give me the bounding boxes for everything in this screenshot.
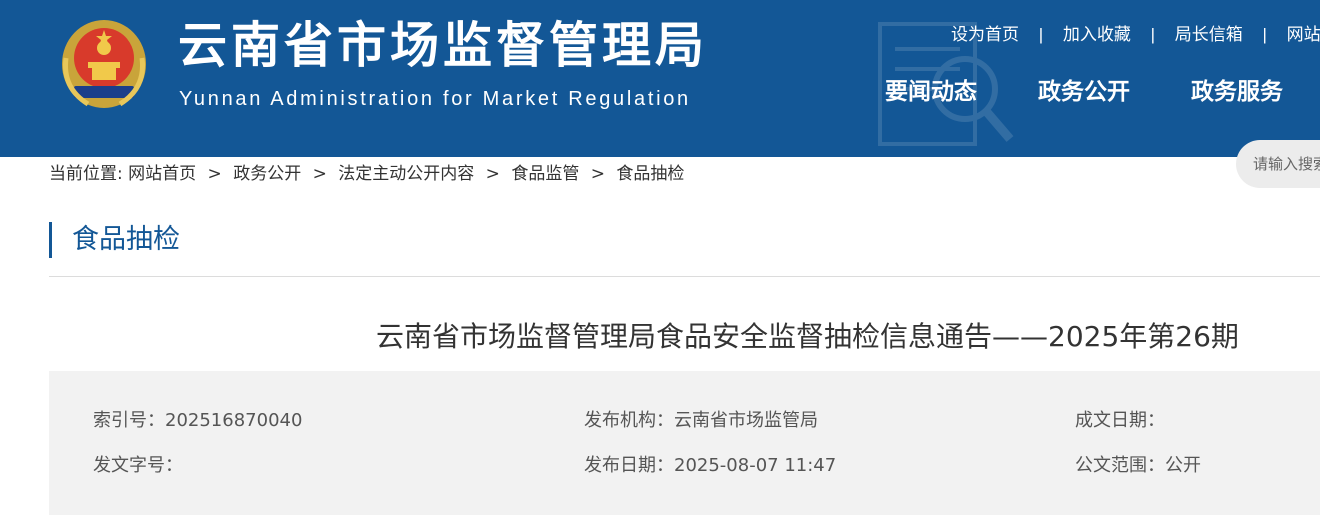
meta-label: 发布日期： xyxy=(584,455,674,476)
link-separator: | xyxy=(1150,25,1156,44)
breadcrumb-separator: > xyxy=(207,164,222,184)
meta-label: 成文日期： xyxy=(1075,410,1165,431)
meta-publish-date: 发布日期：2025-08-07 11:47 xyxy=(584,451,836,477)
add-favorite-link[interactable]: 加入收藏 xyxy=(1063,25,1131,44)
meta-written-date: 成文日期： xyxy=(1075,406,1165,432)
meta-publisher: 发布机构：云南省市场监管局 xyxy=(584,406,818,432)
breadcrumb-separator: > xyxy=(485,164,500,184)
breadcrumb-separator: > xyxy=(312,164,327,184)
national-emblem-icon xyxy=(62,20,146,108)
site-subtitle: Yunnan Administration for Market Regulat… xyxy=(179,88,691,110)
meta-value: 云南省市场监管局 xyxy=(674,410,818,431)
breadcrumb: 当前位置: 网站首页 > 政务公开 > 法定主动公开内容 > 食品监管 > 食品… xyxy=(49,159,684,185)
section-divider xyxy=(49,276,1320,277)
site-title: 云南省市场监督管理局 xyxy=(178,17,709,74)
main-nav: 要闻动态 政务公开 政务服务 xyxy=(885,72,1320,106)
section-title: 食品抽检 xyxy=(49,222,180,258)
meta-label: 发文字号： xyxy=(93,455,183,476)
search-box xyxy=(1236,140,1320,188)
breadcrumb-item-gov-affairs[interactable]: 政务公开 xyxy=(233,164,301,184)
site-header: 云南省市场监督管理局 Yunnan Administration for Mar… xyxy=(0,0,1320,157)
document-meta-panel: 索引号：202516870040 发布机构：云南省市场监管局 成文日期： 发文字… xyxy=(49,371,1320,515)
meta-label: 发布机构： xyxy=(584,410,674,431)
breadcrumb-separator: > xyxy=(590,164,605,184)
link-separator: | xyxy=(1262,25,1267,44)
nav-item-gov-services[interactable]: 政务服务 xyxy=(1191,72,1283,106)
site-link[interactable]: 网站 xyxy=(1287,25,1320,44)
breadcrumb-item-food-supervision[interactable]: 食品监管 xyxy=(511,164,579,184)
set-homepage-link[interactable]: 设为首页 xyxy=(951,25,1019,44)
meta-label: 公文范围： xyxy=(1075,455,1165,476)
meta-index-number: 索引号：202516870040 xyxy=(93,406,302,432)
article-title: 云南省市场监督管理局食品安全监督抽检信息通告——2025年第26期 xyxy=(376,320,1239,353)
meta-scope: 公文范围：公开 xyxy=(1075,451,1201,477)
meta-label: 索引号： xyxy=(93,410,165,431)
director-mailbox-link[interactable]: 局长信箱 xyxy=(1175,25,1243,44)
link-separator: | xyxy=(1038,25,1044,44)
search-input[interactable] xyxy=(1251,152,1320,176)
meta-document-number: 发文字号： xyxy=(93,451,183,477)
meta-value: 公开 xyxy=(1165,455,1201,476)
meta-value: 2025-08-07 11:47 xyxy=(674,455,837,476)
breadcrumb-item-food-sampling[interactable]: 食品抽检 xyxy=(616,164,684,184)
nav-item-gov-affairs[interactable]: 政务公开 xyxy=(1038,72,1130,106)
breadcrumb-item-statutory[interactable]: 法定主动公开内容 xyxy=(338,164,474,184)
nav-item-news[interactable]: 要闻动态 xyxy=(885,72,977,106)
breadcrumb-item-home[interactable]: 网站首页 xyxy=(128,164,196,184)
breadcrumb-prefix: 当前位置: xyxy=(49,164,129,184)
top-links: 设为首页 | 加入收藏 | 局长信箱 | 网站 xyxy=(951,20,1320,44)
meta-value: 202516870040 xyxy=(165,410,303,431)
